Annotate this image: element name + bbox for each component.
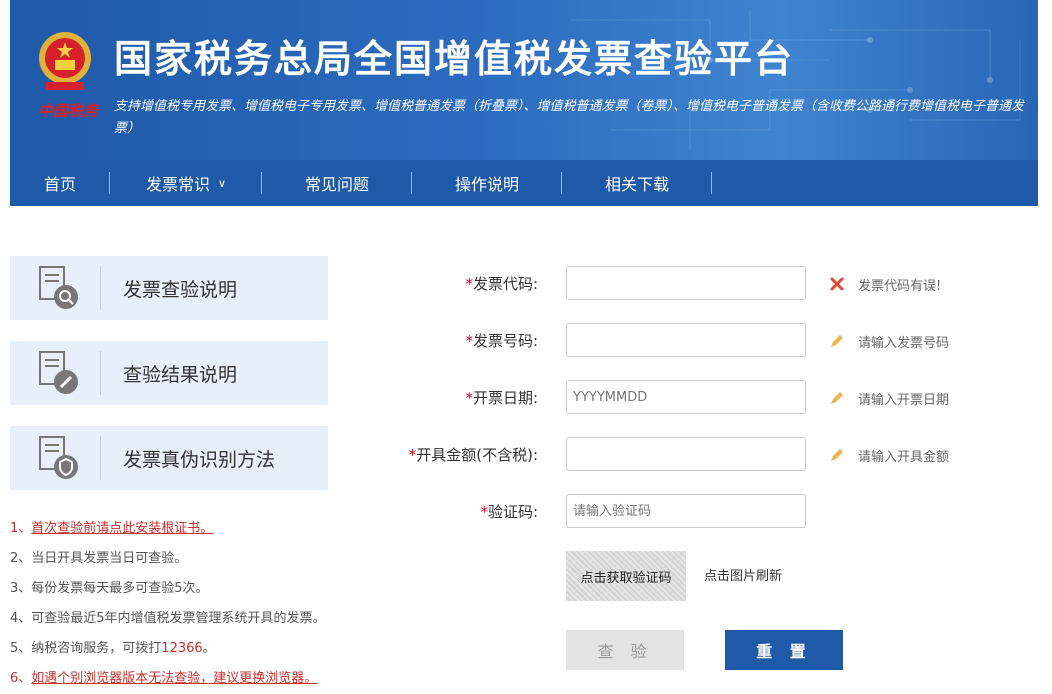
issue-date-input[interactable] xyxy=(566,380,806,414)
invoice-code-label-text: 发票代码: xyxy=(472,275,538,293)
hotline-number: 12366 xyxy=(161,641,203,656)
nav-downloads[interactable]: 相关下载 xyxy=(562,160,712,206)
note-text: 如遇个别浏览器版本无法查验，建议更换浏览器。 xyxy=(31,671,318,686)
nav-home[interactable]: 首页 xyxy=(10,160,110,206)
main-nav: 首页 发票常识 ∨ 常见问题 操作说明 相关下载 xyxy=(10,160,1038,206)
list-item: 2、当日开具发票当日可查验。 xyxy=(10,544,370,574)
issue-date-label-row: *开票日期: xyxy=(380,380,538,416)
captcha-label-text: 验证码: xyxy=(487,503,538,521)
invoice-code-label-row: *发票代码: xyxy=(380,266,538,302)
nav-instructions-label: 操作说明 xyxy=(454,175,519,194)
invoice-code-hint: 发票代码有误! xyxy=(828,266,941,302)
captcha-label: *验证码: xyxy=(480,494,538,530)
captcha-image-text: 点击获取验证码 xyxy=(580,570,672,586)
document-search-icon xyxy=(39,266,78,309)
site-subtitle: 支持增值税专用发票、增值税电子专用发票、增值税普通发票（折叠票）、增值税普通发票… xyxy=(114,99,1025,136)
note-number: 3、 xyxy=(10,581,32,596)
pencil-icon xyxy=(828,333,846,349)
install-certificate-link[interactable]: 首次查验前请点此安装根证书。 xyxy=(31,521,213,536)
sidebar-item-verification-guide[interactable]: 发票查验说明 xyxy=(10,256,328,320)
nav-downloads-label: 相关下载 xyxy=(604,175,669,194)
required-mark: * xyxy=(465,332,473,350)
sidebar-item-label: 发票真伪识别方法 xyxy=(123,448,276,471)
note-number: 6、 xyxy=(10,671,32,686)
sidebar-item-label: 发票查验说明 xyxy=(123,278,238,301)
note-number: 5、 xyxy=(10,641,32,656)
note-text: 每份发票每天最多可查验5次。 xyxy=(31,581,209,596)
note-number: 2、 xyxy=(10,551,32,566)
nav-invoice-knowledge-label: 发票常识 xyxy=(145,175,210,194)
list-item: 6、如遇个别浏览器版本无法查验，建议更换浏览器。 xyxy=(10,664,370,694)
card-divider xyxy=(100,266,101,310)
note-text: 可查验最近5年内增值税发票管理系统开具的发票。 xyxy=(31,611,326,626)
sidebar-item-result-guide[interactable]: 查验结果说明 xyxy=(10,341,328,405)
document-shield-icon xyxy=(39,436,78,479)
issue-date-hint-text: 请输入开票日期 xyxy=(858,392,950,408)
required-mark: * xyxy=(465,389,473,407)
captcha-input[interactable] xyxy=(566,494,806,528)
note-text: 纳税咨询服务，可拨打 xyxy=(31,641,162,656)
pencil-icon xyxy=(828,390,846,406)
note-number: 1、 xyxy=(10,521,32,536)
error-x-icon xyxy=(828,276,846,292)
invoice-number-label-text: 发票号码: xyxy=(472,332,538,350)
nav-faq[interactable]: 常见问题 xyxy=(262,160,412,206)
invoice-number-label-row: *发票号码: xyxy=(380,323,538,359)
refresh-captcha-link[interactable]: 点击图片刷新 xyxy=(704,565,782,584)
nav-faq-label: 常见问题 xyxy=(304,175,369,194)
chevron-down-icon: ∨ xyxy=(217,176,227,190)
sidebar-item-label: 查验结果说明 xyxy=(123,363,238,386)
invoice-code-input[interactable] xyxy=(566,266,806,300)
header-banner: 中国税务 国家税务总局全国增值税发票查验平台 支持增值税专用发票、增值税电子专用… xyxy=(10,0,1038,160)
card-divider xyxy=(100,351,101,395)
emblem-caption: 中国税务 xyxy=(38,102,99,120)
amount-hint: 请输入开具金额 xyxy=(828,437,949,473)
card-divider xyxy=(100,436,101,480)
check-button[interactable]: 查 验 xyxy=(566,630,684,670)
amount-label-row: *开具金额(不含税): xyxy=(380,437,538,473)
note-text: 当日开具发票当日可查验。 xyxy=(31,551,188,566)
nav-invoice-knowledge[interactable]: 发票常识 ∨ xyxy=(110,160,262,206)
invoice-number-input[interactable] xyxy=(566,323,806,357)
note-suffix: 。 xyxy=(202,641,216,656)
issue-date-label-text: 开票日期: xyxy=(472,389,538,407)
reset-button[interactable]: 重 置 xyxy=(725,630,843,670)
invoice-number-label: *发票号码: xyxy=(465,323,538,359)
captcha-label-row: *验证码: xyxy=(380,494,538,530)
list-item: 4、可查验最近5年内增值税发票管理系统开具的发票。 xyxy=(10,604,370,634)
captcha-image[interactable]: 点击获取验证码 xyxy=(566,551,686,601)
pencil-icon xyxy=(828,447,846,463)
invoice-code-label: *发票代码: xyxy=(465,266,538,302)
site-title: 国家税务总局全国增值税发票查验平台 xyxy=(114,37,795,81)
nav-instructions[interactable]: 操作说明 xyxy=(412,160,562,206)
amount-hint-text: 请输入开具金额 xyxy=(858,449,950,465)
amount-label: *开具金额(不含税): xyxy=(409,437,538,473)
list-item: 3、每份发票每天最多可查验5次。 xyxy=(10,574,370,604)
issue-date-label: *开票日期: xyxy=(465,380,538,416)
invoice-number-hint: 请输入发票号码 xyxy=(828,323,949,359)
nav-separator xyxy=(711,172,712,194)
nav-home-label: 首页 xyxy=(43,175,76,194)
list-item: 5、纳税咨询服务，可拨打12366。 xyxy=(10,634,370,664)
issue-date-hint: 请输入开票日期 xyxy=(828,380,949,416)
invoice-number-hint-text: 请输入发票号码 xyxy=(858,335,950,351)
amount-input[interactable] xyxy=(566,437,806,471)
document-edit-icon xyxy=(39,351,78,394)
invoice-code-error-text: 发票代码有误! xyxy=(858,278,942,294)
notes-list: 1、首次查验前请点此安装根证书。 2、当日开具发票当日可查验。 3、每份发票每天… xyxy=(10,514,370,694)
national-emblem-icon xyxy=(39,32,91,90)
sidebar-item-authenticity-guide[interactable]: 发票真伪识别方法 xyxy=(10,426,328,490)
amount-label-text: 开具金额(不含税): xyxy=(416,446,538,464)
note-number: 4、 xyxy=(10,611,32,626)
required-mark: * xyxy=(480,503,488,521)
required-mark: * xyxy=(465,275,473,293)
list-item[interactable]: 1、首次查验前请点此安装根证书。 xyxy=(10,514,370,544)
